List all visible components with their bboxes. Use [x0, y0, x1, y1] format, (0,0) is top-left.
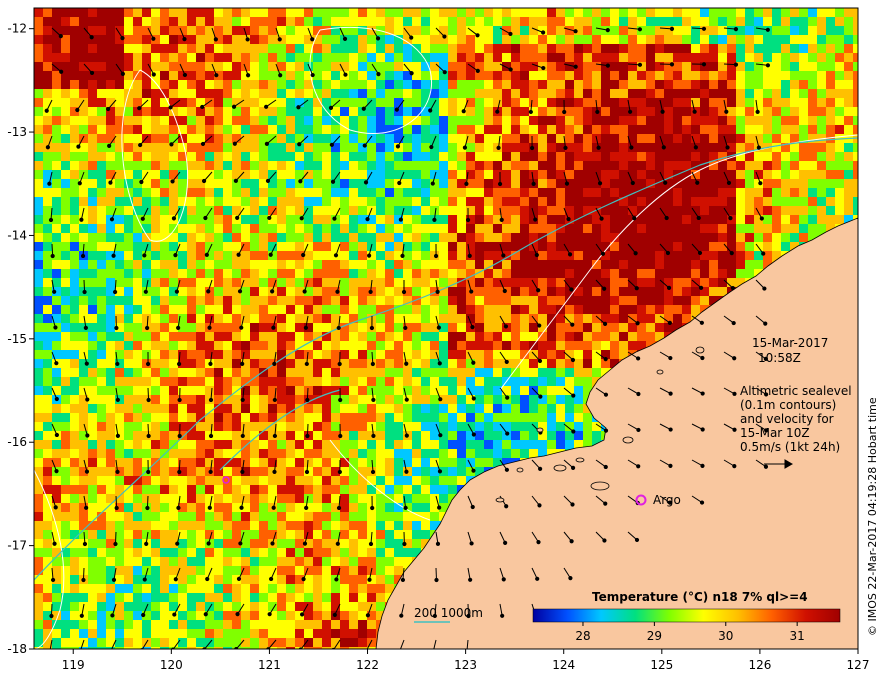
colorbar-tick-label: 28 [575, 629, 590, 643]
imos-credit: © IMOS 22-Mar-2017 04:19:28 Hobart time [866, 397, 879, 636]
altimetry-info-line: Altimetric sealevel [740, 384, 852, 398]
lat-tick-label: -12 [7, 22, 27, 36]
depth-legend: 200 1000m [414, 606, 483, 623]
lon-tick-label: 124 [552, 658, 575, 672]
lon-tick-label: 126 [748, 658, 771, 672]
lon-tick-label: 121 [258, 658, 281, 672]
longitude-axis: 119 120 121 122 123 124 125 126 127 [62, 649, 870, 672]
time-label: 10:58Z [758, 351, 801, 365]
altimetry-info-line: 0.5m/s (1kt 24h) [740, 440, 840, 454]
colorbar-tick-label: 31 [790, 629, 805, 643]
altimetry-info-line: 15-Mar 10Z [740, 426, 810, 440]
altimetry-info-line: and velocity for [740, 412, 834, 426]
lon-tick-label: 120 [160, 658, 183, 672]
colorbar-title: Temperature (°C) n18 7% ql>=4 [592, 590, 808, 604]
lat-tick-label: -18 [7, 642, 27, 656]
argo-label: Argo [653, 493, 681, 507]
lat-tick-label: -13 [7, 125, 27, 139]
lat-tick-label: -17 [7, 539, 27, 553]
lat-tick-label: -15 [7, 332, 27, 346]
lon-tick-label: 123 [454, 658, 477, 672]
colorbar-ramp [532, 608, 841, 623]
colorbar-tick-label: 30 [718, 629, 733, 643]
latitude-axis: -12 -13 -14 -15 -16 -17 -18 [7, 22, 34, 656]
lon-tick-label: 119 [62, 658, 85, 672]
altimetry-info-line: (0.1m contours) [740, 398, 836, 412]
sst-map-figure: 119 120 121 122 123 124 125 126 127 -12 -13 -14 -15… [7, 7, 879, 672]
lat-tick-label: -16 [7, 435, 27, 449]
lon-tick-label: 127 [847, 658, 870, 672]
map-area [34, 8, 858, 649]
colorbar-tick-label: 29 [647, 629, 662, 643]
date-label: 15-Mar-2017 [752, 336, 828, 350]
lat-tick-label: -14 [7, 228, 27, 242]
lon-tick-label: 125 [650, 658, 673, 672]
depth-legend-text: 200 1000m [414, 606, 483, 620]
lon-tick-label: 122 [356, 658, 379, 672]
